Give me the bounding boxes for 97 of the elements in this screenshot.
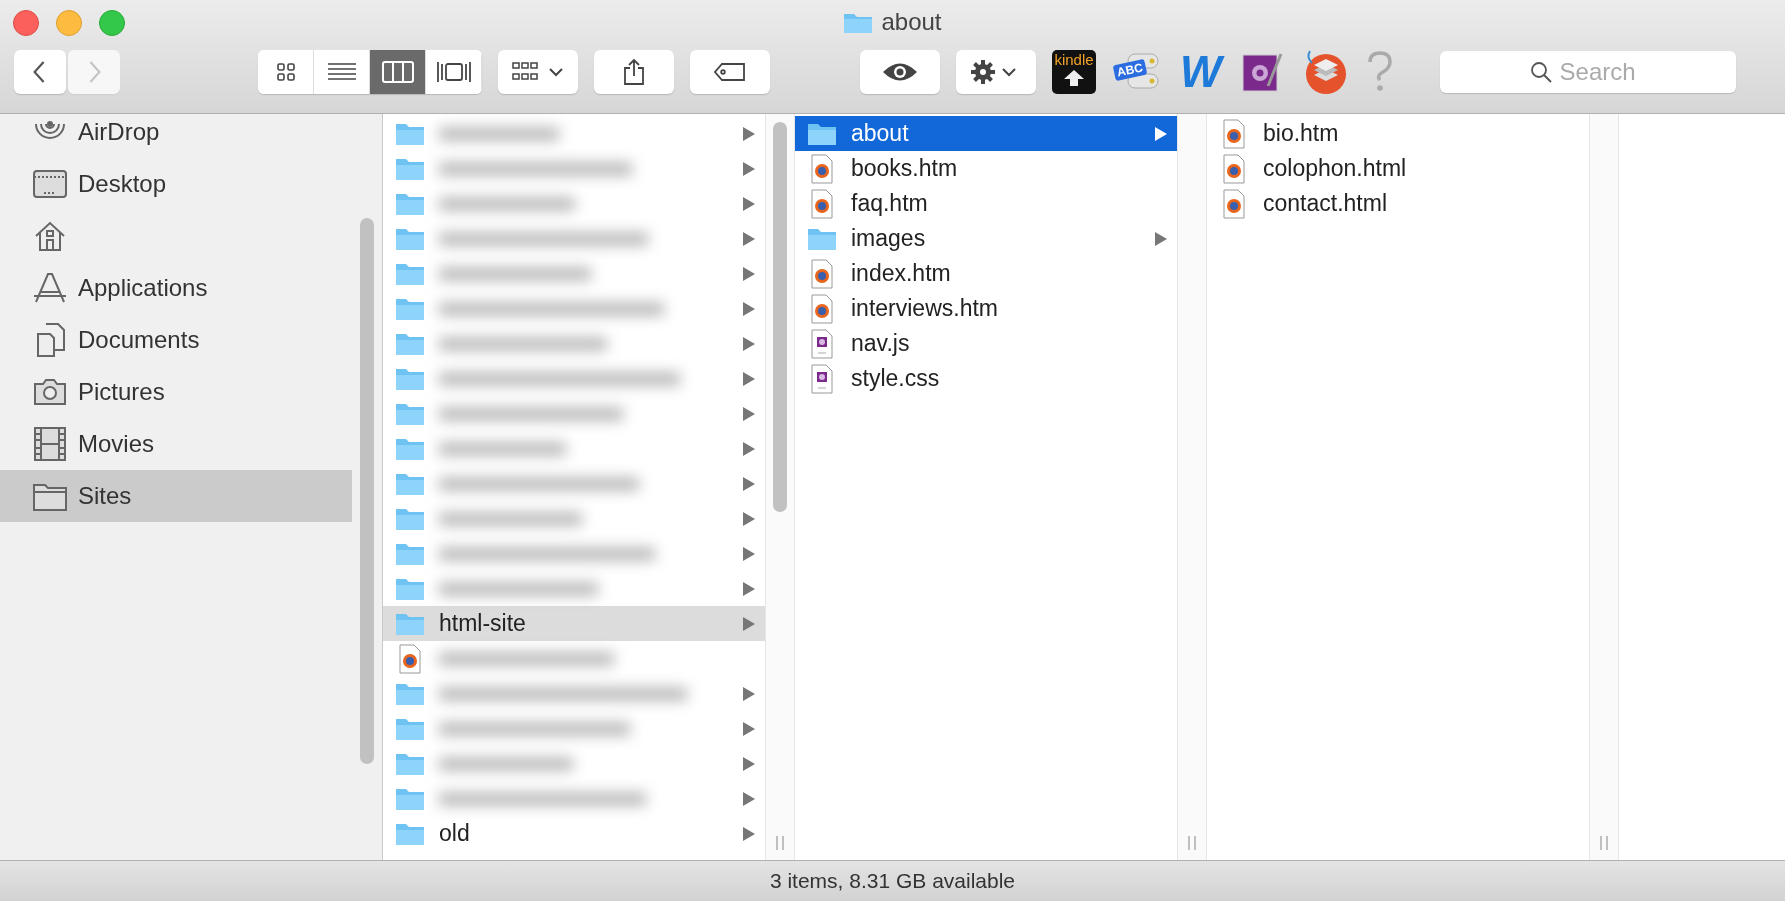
folder-icon bbox=[395, 751, 425, 776]
folder-icon bbox=[395, 716, 425, 741]
file-row[interactable]: style.css bbox=[795, 361, 1177, 396]
column-resize-handle[interactable] bbox=[1600, 836, 1608, 850]
sidebar-item[interactable]: Sites bbox=[0, 470, 352, 522]
file-row[interactable]: books.htm bbox=[795, 151, 1177, 186]
share-icon bbox=[623, 58, 645, 86]
disclosure-arrow-icon bbox=[743, 756, 755, 771]
coverflow-view-button[interactable] bbox=[426, 50, 482, 94]
folder-icon bbox=[395, 331, 425, 356]
arrange-button[interactable] bbox=[498, 50, 578, 94]
sidebar-item[interactable]: Applications bbox=[0, 262, 352, 314]
folder-icon bbox=[395, 611, 425, 636]
disclosure-arrow-icon bbox=[743, 336, 755, 351]
quick-look-button[interactable] bbox=[860, 50, 940, 94]
file-row[interactable]: html-site bbox=[383, 606, 765, 641]
file-row[interactable]: bio.htm bbox=[1207, 116, 1589, 151]
file-row[interactable]: interviews.htm bbox=[795, 291, 1177, 326]
column-resize-handle[interactable] bbox=[1188, 836, 1196, 850]
disclosure-arrow-icon bbox=[1155, 231, 1167, 246]
close-button[interactable] bbox=[13, 10, 39, 36]
folder-icon bbox=[395, 366, 425, 391]
disclosure-arrow-icon bbox=[1155, 126, 1167, 141]
sidebar-item[interactable]: Documents bbox=[0, 314, 352, 366]
zoom-button[interactable] bbox=[99, 10, 125, 36]
disclosure-arrow-icon bbox=[743, 126, 755, 141]
folder-icon bbox=[395, 541, 425, 566]
settings-button[interactable] bbox=[956, 50, 1036, 94]
folder-icon bbox=[395, 191, 425, 216]
columns-icon bbox=[381, 61, 414, 83]
scrollbar-thumb[interactable] bbox=[360, 218, 374, 764]
file-row[interactable]: index.htm bbox=[795, 256, 1177, 291]
search-field[interactable]: Search bbox=[1439, 51, 1736, 93]
folder-icon bbox=[395, 156, 425, 181]
folder-icon bbox=[807, 121, 837, 146]
disclosure-arrow-icon bbox=[743, 231, 755, 246]
file-row[interactable]: about bbox=[795, 116, 1177, 151]
folder-icon bbox=[807, 226, 837, 251]
upload-arrow-icon bbox=[1062, 70, 1086, 86]
share-button[interactable] bbox=[594, 50, 674, 94]
icons-view-button[interactable] bbox=[258, 50, 314, 94]
sidebar-item[interactable]: Desktop bbox=[0, 158, 352, 210]
disclosure-arrow-icon bbox=[743, 406, 755, 421]
disclosure-arrow-icon bbox=[743, 581, 755, 596]
kindle-app-icon[interactable]: kindle bbox=[1052, 50, 1096, 94]
file-row[interactable]: faq.htm bbox=[795, 186, 1177, 221]
disclosure-arrow-icon bbox=[743, 721, 755, 736]
disclosure-arrow-icon bbox=[743, 301, 755, 316]
back-button[interactable] bbox=[14, 50, 66, 94]
folder-icon bbox=[395, 296, 425, 321]
folder-icon bbox=[395, 506, 425, 531]
disclosure-arrow-icon bbox=[743, 686, 755, 701]
sidebar-item[interactable]: Pictures bbox=[0, 366, 352, 418]
folder-icon bbox=[395, 261, 425, 286]
folder-icon bbox=[395, 121, 425, 146]
disclosure-arrow-icon bbox=[743, 441, 755, 456]
disclosure-arrow-icon bbox=[743, 196, 755, 211]
disclosure-arrow-icon bbox=[743, 546, 755, 561]
window-title: about bbox=[881, 8, 942, 36]
disclosure-arrow-icon bbox=[743, 826, 755, 841]
folder-icon bbox=[395, 471, 425, 496]
tag-icon bbox=[713, 62, 747, 82]
folder-icon bbox=[395, 576, 425, 601]
tag-button[interactable] bbox=[690, 50, 770, 94]
film-icon bbox=[32, 426, 68, 462]
file-row[interactable]: contact.html bbox=[1207, 186, 1589, 221]
folder-icon bbox=[395, 401, 425, 426]
list-view-button[interactable] bbox=[314, 50, 370, 94]
grid-icon bbox=[275, 62, 296, 82]
sidebar-item[interactable]: Movies bbox=[0, 418, 352, 470]
file-row[interactable]: old bbox=[383, 816, 765, 851]
sidebar-item[interactable]: AirDrop bbox=[0, 114, 352, 158]
minimize-button[interactable] bbox=[56, 10, 82, 36]
folder-icon bbox=[395, 436, 425, 461]
disclosure-arrow-icon bbox=[743, 266, 755, 281]
folder-icon bbox=[395, 821, 425, 846]
folder-icon bbox=[395, 681, 425, 706]
folder-icon bbox=[395, 786, 425, 811]
file-row[interactable]: nav.js bbox=[795, 326, 1177, 361]
file-row[interactable]: images bbox=[795, 221, 1177, 256]
disclosure-arrow-icon bbox=[743, 371, 755, 386]
help-icon[interactable] bbox=[1365, 50, 1394, 94]
disclosure-arrow-icon bbox=[743, 616, 755, 631]
folder-icon bbox=[395, 226, 425, 251]
disclosure-arrow-icon bbox=[743, 511, 755, 526]
eye-icon bbox=[882, 61, 918, 83]
disclosure-arrow-icon bbox=[743, 476, 755, 491]
cover-flow-icon bbox=[435, 61, 472, 83]
search-icon bbox=[1529, 61, 1552, 83]
columns-view-button[interactable] bbox=[370, 50, 426, 94]
scrollbar-thumb[interactable] bbox=[773, 122, 787, 512]
list-icon bbox=[326, 62, 357, 82]
disclosure-arrow-icon bbox=[743, 161, 755, 176]
disclosure-arrow-icon bbox=[743, 791, 755, 806]
file-row[interactable]: colophon.html bbox=[1207, 151, 1589, 186]
status-text: 3 items, 8.31 GB available bbox=[769, 869, 1016, 893]
column-resize-handle[interactable] bbox=[776, 836, 784, 850]
